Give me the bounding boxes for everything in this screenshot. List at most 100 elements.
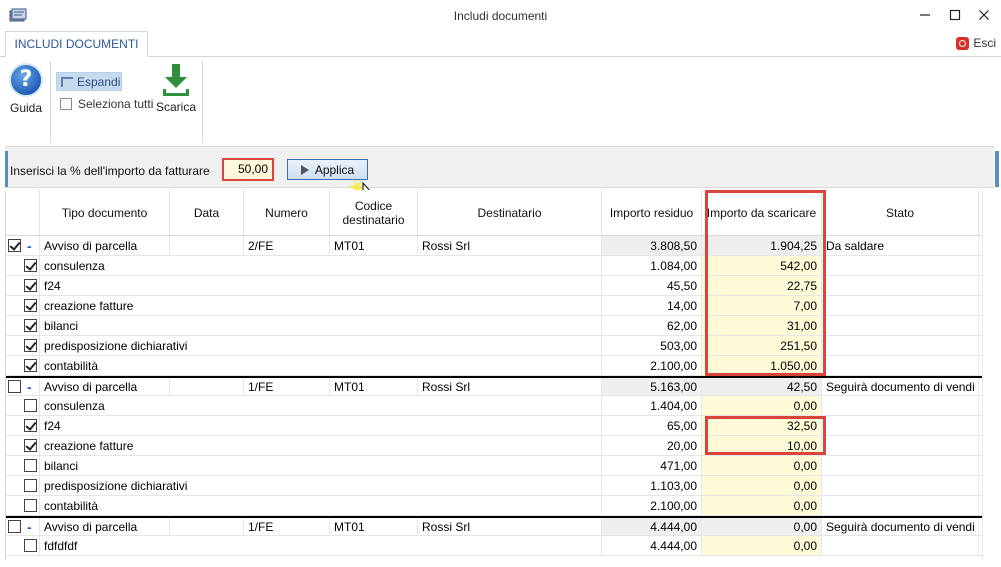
service-row[interactable]: consulenza 1.084,00 542,00 [6,256,983,276]
service-row[interactable]: contabilità 2.100,00 1.050,00 [6,356,983,376]
select-cell[interactable]: - [6,236,40,255]
grid-scroll-area[interactable] [982,190,1001,560]
select-cell[interactable] [6,416,40,435]
select-cell[interactable] [6,396,40,415]
select-cell[interactable] [6,436,40,455]
row-checkbox[interactable] [24,339,37,352]
service-row[interactable]: f24 65,00 32,50 [6,416,983,436]
service-row[interactable]: f24 45,50 22,75 [6,276,983,296]
service-row[interactable]: predisposizione dichiarativi 503,00 251,50 [6,336,983,356]
importo-scaricare-input[interactable]: 32,50 [702,416,822,435]
importo-scaricare-input[interactable]: 7,00 [702,296,822,315]
select-cell[interactable] [6,336,40,355]
row-checkbox[interactable] [8,239,21,252]
play-icon [300,164,309,175]
header-stato[interactable]: Stato [822,190,979,235]
stato-cell [822,316,979,335]
document-row[interactable]: - Avviso di parcella 1/FE MT01 Rossi Srl 4.44… [6,516,983,536]
service-row[interactable]: consulenza 1.404,00 0,00 [6,396,983,416]
header-importo-residuo[interactable]: Importo residuo [602,190,702,235]
row-checkbox[interactable] [24,499,37,512]
importo-residuo-cell: 5.163,00 [602,378,702,395]
importo-residuo-cell: 4.444,00 [602,536,702,555]
importo-scaricare-input[interactable]: 251,50 [702,336,822,355]
document-row[interactable]: - Avviso di parcella 2/FE MT01 Rossi Srl 3.80… [6,236,983,256]
service-row[interactable]: predisposizione dichiarativi 1.103,00 0,00 [6,476,983,496]
collapse-icon[interactable]: - [27,520,32,534]
importo-scaricare-input[interactable]: 542,00 [702,256,822,275]
header-numero[interactable]: Numero [244,190,330,235]
row-checkbox[interactable] [24,539,37,552]
close-button[interactable] [974,6,994,26]
stato-cell [822,436,979,455]
header-tipo-documento[interactable]: Tipo documento [40,190,170,235]
row-checkbox[interactable] [8,380,21,393]
service-row[interactable]: creazione fatture 20,00 10,00 [6,436,983,456]
service-row[interactable]: fdfdfdf 4.444,00 0,00 [6,536,983,556]
header-importo-da-scaricare[interactable]: Importo da scaricare [702,190,822,235]
row-checkbox[interactable] [24,359,37,372]
row-checkbox[interactable] [24,259,37,272]
tipo-documento-cell: Avviso di parcella [40,518,170,535]
header-destinatario[interactable]: Destinatario [418,190,602,235]
importo-residuo-cell: 1.103,00 [602,476,702,495]
service-description-cell: predisposizione dichiarativi [40,336,602,355]
header-data[interactable]: Data [170,190,244,235]
select-cell[interactable] [6,276,40,295]
row-checkbox[interactable] [24,319,37,332]
stato-cell [822,256,979,275]
row-checkbox[interactable] [24,419,37,432]
minimize-button[interactable] [915,6,935,26]
row-checkbox[interactable] [24,279,37,292]
select-cell[interactable] [6,476,40,495]
codice-destinatario-cell: MT01 [330,378,418,395]
select-cell[interactable] [6,496,40,515]
row-checkbox[interactable] [24,479,37,492]
service-description-cell: creazione fatture [40,436,602,455]
seleziona-tutti-label: Seleziona tutti [78,97,154,111]
header-codice-destinatario[interactable]: Codice destinatario [330,190,418,235]
exit-button[interactable]: Esci [956,35,996,51]
importo-scaricare-cell: 1.904,25 [702,236,822,255]
importo-scaricare-input[interactable]: 0,00 [702,396,822,415]
importo-scaricare-input[interactable]: 0,00 [702,536,822,555]
select-cell[interactable] [6,536,40,555]
importo-scaricare-input[interactable]: 1.050,00 [702,356,822,375]
service-row[interactable]: bilanci 471,00 0,00 [6,456,983,476]
help-icon: ? [9,63,43,97]
service-row[interactable]: bilanci 62,00 31,00 [6,316,983,336]
select-cell[interactable] [6,356,40,375]
importo-scaricare-input[interactable]: 31,00 [702,316,822,335]
espandi-button[interactable]: Espandi [56,72,122,91]
service-row[interactable]: creazione fatture 14,00 7,00 [6,296,983,316]
select-cell[interactable]: - [6,378,40,395]
percent-input[interactable]: 50,00 [222,158,274,181]
row-checkbox[interactable] [24,299,37,312]
document-row[interactable]: - Avviso di parcella 1/FE MT01 Rossi Srl 5.16… [6,376,983,396]
numero-cell: 1/FE [244,518,330,535]
stato-cell [822,336,979,355]
importo-scaricare-input[interactable]: 10,00 [702,436,822,455]
select-cell[interactable] [6,456,40,475]
service-row[interactable]: contabilità 2.100,00 0,00 [6,496,983,516]
row-checkbox[interactable] [24,439,37,452]
importo-scaricare-input[interactable]: 0,00 [702,456,822,475]
espandi-label: Espandi [77,74,121,89]
select-cell[interactable] [6,256,40,275]
tab-includi-documenti[interactable]: INCLUDI DOCUMENTI [5,31,148,58]
importo-scaricare-input[interactable]: 0,00 [702,496,822,515]
importo-scaricare-input[interactable]: 22,75 [702,276,822,295]
select-cell[interactable] [6,296,40,315]
select-cell[interactable] [6,316,40,335]
collapse-icon[interactable]: - [27,380,32,394]
guida-button[interactable]: ? Guida [7,63,45,115]
row-checkbox[interactable] [24,459,37,472]
row-checkbox[interactable] [8,520,21,533]
seleziona-tutti-checkbox[interactable]: Seleziona tutti [60,97,153,111]
select-cell[interactable]: - [6,518,40,535]
importo-scaricare-input[interactable]: 0,00 [702,476,822,495]
maximize-button[interactable] [945,6,965,26]
row-checkbox[interactable] [24,399,37,412]
scarica-button[interactable]: Scarica [156,63,196,114]
collapse-icon[interactable]: - [27,239,32,253]
